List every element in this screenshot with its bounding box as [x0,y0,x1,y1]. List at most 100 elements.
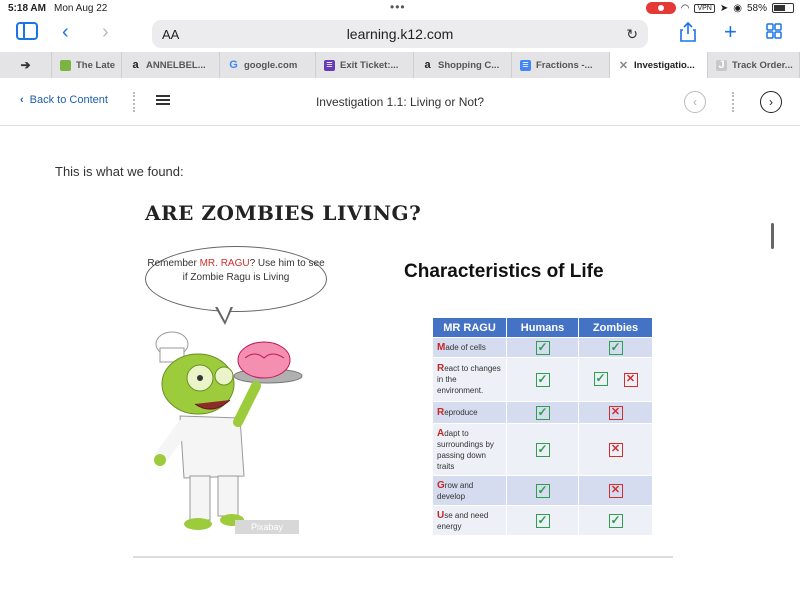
screen-record-icon[interactable] [645,2,676,14]
zombie-chef-illustration [154,331,303,530]
humans-cell: ✓ [506,423,579,476]
characteristics-table: MR RAGU Humans Zombies Made of cells ✓ ✓ Re… [432,317,653,536]
browser-tab[interactable]: ≡ Fractions -... [512,52,610,78]
humans-cell: ✓ [506,475,579,506]
table-header-row: MR RAGU Humans Zombies [432,317,653,338]
prev-page-button[interactable]: ‹ [684,91,706,113]
speech-bubble-tail [215,306,233,325]
scroll-indicator[interactable] [771,223,774,249]
tab-label: Shopping C... [438,59,500,71]
tab-favicon: a [424,59,431,71]
x-mark-icon: ✕ [608,483,623,498]
tab-favicon[interactable]: ✕ [618,60,629,72]
checkmark-icon: ✓ [593,371,608,386]
zombies-cell: ✕ [578,475,653,506]
characteristic-letter: G [437,479,445,491]
browser-tab[interactable]: The Late [52,52,122,78]
status-date: Mon Aug 22 [53,2,108,14]
checkmark-icon: ✓ [535,441,550,457]
intro-text: This is what we found: [55,164,184,179]
tab-label: Track Order... [732,59,793,71]
x-mark-icon: ✕ [623,373,638,387]
tab-favicon: ≡ [324,59,335,71]
page-title: Investigation 1.1: Living or Not? [315,95,485,109]
divider [732,92,734,112]
characteristics-title: Characteristics of Life [404,261,604,282]
x-mark-icon: ✕ [608,442,623,457]
bubble-text-pre: Remember [147,258,200,269]
x-mark-icon: ✕ [608,405,623,420]
battery-icon [772,3,794,13]
battery-label: 58% [746,2,767,14]
characteristic-text: se and need energy [437,510,489,531]
characteristic-label: Reproduce [432,401,507,424]
table-row: Grow and develop ✓ ✕ [432,475,653,506]
forward-arrow-icon[interactable]: › [102,22,109,42]
checkmark-icon: ✓ [535,482,550,498]
status-bar: 5:18 AM Mon Aug 22 ••• ◠ VPN ➤ ◉ 58% [0,0,800,16]
browser-tab[interactable]: Ggoogle.com [220,52,316,78]
humans-cell: ✓ [506,401,579,424]
tab-label: ANNELBEL... [146,59,206,71]
tab-label: Investigatio... [634,59,695,71]
tab-favicon: G [229,59,238,71]
characteristic-text: eproduce [444,408,478,417]
tab-overview-icon[interactable] [766,23,782,43]
characteristic-label: Made of cells [432,337,507,358]
tab-bar: ➔ The Late a ANNELBEL... Ggoogle.com ≡ Exit T… [0,52,800,78]
checkmark-icon: ✓ [535,404,550,420]
browser-tab[interactable]: a ANNELBEL... [122,52,220,78]
tab-label: The Late [76,59,116,71]
tab-label: google.com [244,59,298,71]
checkmark-icon: ✓ [535,339,550,355]
tab-favicon [60,59,71,71]
reload-icon[interactable]: ↻ [626,26,638,43]
reader-aa-button[interactable]: AA [162,27,179,42]
url-text[interactable]: learning.k12.com [152,26,648,42]
tab-favicon: ≡ [520,59,531,71]
table-row: Reproduce ✓ ✕ [432,401,653,424]
lesson-header: ‹ Back to Content Investigation 1.1: Livi… [0,78,800,126]
characteristic-text: eact to changes in the environment. [437,364,501,395]
col-header-zombies: Zombies [578,317,653,338]
zombies-cell: ✕ [578,423,653,476]
zombies-cell: ✓ [578,505,653,536]
tab-label: Fractions -... [536,59,593,71]
browser-tab[interactable]: a Shopping C... [414,52,512,78]
location-icon: ➤ [719,2,729,14]
col-header-humans: Humans [506,317,579,338]
next-page-button[interactable]: › [760,91,782,113]
sidebar-icon[interactable] [16,22,38,44]
chevron-right-icon: ➔ [20,58,31,72]
back-arrow-icon[interactable]: ‹ [62,22,69,42]
bubble-name: MR. RAGU [199,258,250,269]
browser-toolbar: ‹ › AA learning.k12.com ↻ + [0,16,800,50]
characteristic-label: Use and need energy [432,505,507,536]
watermark: Pixabay [235,520,299,534]
share-icon[interactable] [680,21,696,46]
tab-pinned-arrow[interactable]: ➔ [0,52,52,78]
address-bar[interactable]: AA learning.k12.com ↻ [152,20,648,48]
checkmark-icon: ✓ [608,512,623,528]
characteristic-text: dapt to surroundings by passing down tra… [437,428,494,471]
new-tab-icon[interactable]: + [724,21,737,43]
table-row: Adapt to surroundings by passing down tr… [432,423,653,476]
status-time: 5:18 AM [8,2,46,14]
speech-bubble: Remember MR. RAGU? Use him to see if Zom… [145,246,327,312]
characteristic-text: ade of cells [445,343,486,352]
characteristic-label: React to changes in the environment. [432,357,507,402]
table-row: Made of cells ✓ ✓ [432,337,653,358]
tab-favicon: a [132,59,139,71]
zombies-cell: ✓ [578,337,653,358]
browser-tab[interactable]: ≡ Exit Ticket:... [316,52,414,78]
table-row: React to changes in the environment. ✓ ✓ ✕ [432,357,653,402]
tab-favicon: J [716,59,727,71]
humans-cell: ✓ [506,505,579,536]
browser-tab[interactable]: J Track Order... [708,52,800,78]
humans-cell: ✓ [506,357,579,402]
vpn-badge: VPN [694,3,715,13]
checkmark-icon: ✓ [608,339,623,355]
multitask-dots-icon[interactable]: ••• [390,0,406,14]
browser-tab[interactable]: ✕ Investigatio... [610,52,708,78]
zombies-cell: ✕ [578,401,653,424]
